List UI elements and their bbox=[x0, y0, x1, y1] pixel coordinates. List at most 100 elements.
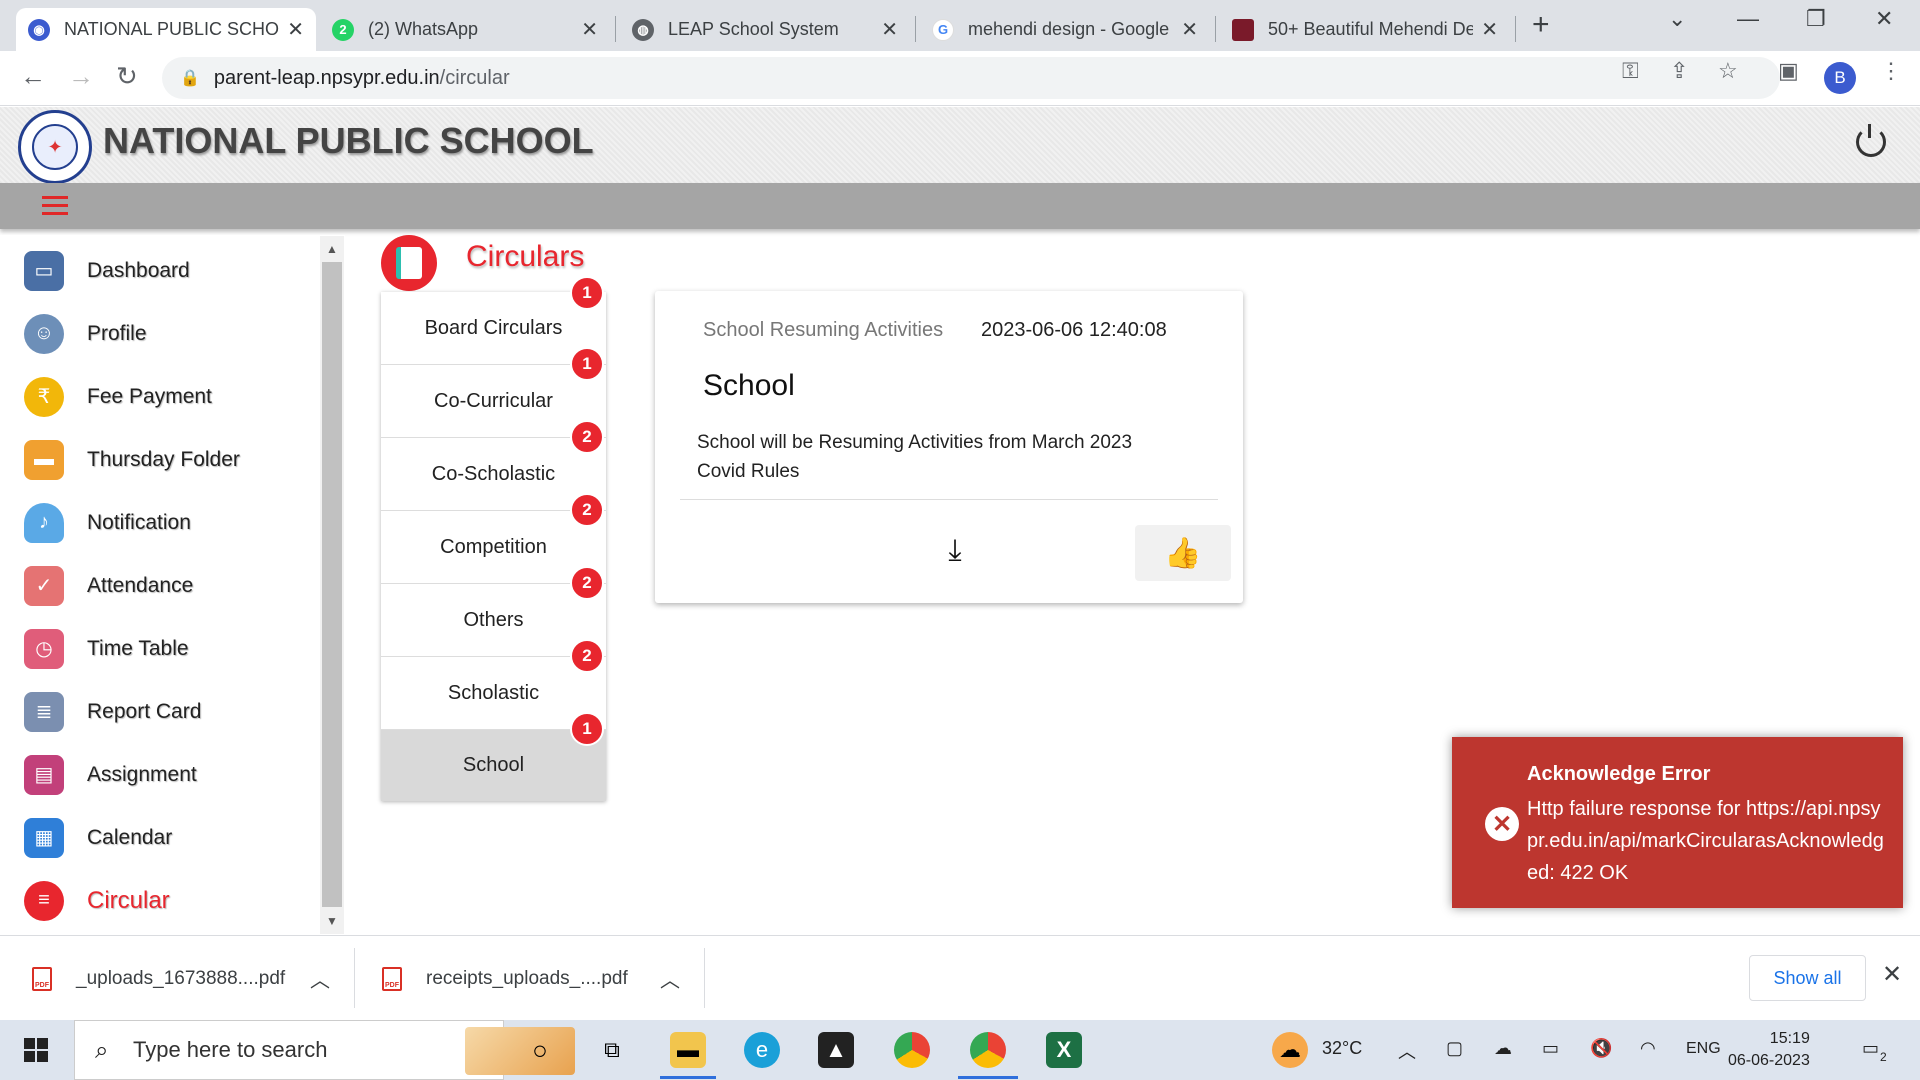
language-indicator[interactable]: ENG bbox=[1686, 1040, 1721, 1058]
wifi-icon[interactable]: ◠ bbox=[1640, 1038, 1656, 1059]
category-school[interactable]: School bbox=[381, 730, 606, 801]
sidebar-item-time-table[interactable]: ◷ Time Table bbox=[0, 617, 320, 680]
search-icon: ⌕ bbox=[95, 1037, 109, 1064]
speaker-muted-icon[interactable]: 🔇 bbox=[1590, 1038, 1612, 1059]
bookmark-star-icon[interactable]: ☆ bbox=[1718, 58, 1738, 84]
divider bbox=[704, 948, 705, 1008]
sidebar-item-dashboard[interactable]: ▭ Dashboard bbox=[0, 239, 320, 302]
calendar-clock-icon: ◷ bbox=[24, 628, 64, 669]
key-icon[interactable]: ⚿ bbox=[1622, 58, 1639, 84]
chrome-icon[interactable] bbox=[894, 1032, 930, 1068]
sidebar-item-fee-payment[interactable]: ₹ Fee Payment bbox=[0, 365, 320, 428]
scroll-up-icon[interactable]: ▲ bbox=[326, 242, 338, 256]
hamburger-menu-icon[interactable] bbox=[42, 196, 68, 216]
task-view-icon[interactable]: ⧉ bbox=[594, 1032, 630, 1068]
school-emblem-icon: ✦ bbox=[32, 124, 78, 170]
divider bbox=[680, 499, 1218, 500]
divider bbox=[354, 948, 355, 1008]
app-header: ✦ NATIONAL PUBLIC SCHOOL bbox=[0, 107, 1920, 184]
tab-separator bbox=[1515, 16, 1516, 42]
tab-search-chevron-icon[interactable]: ⌄ bbox=[1668, 6, 1686, 32]
side-panel-icon[interactable]: ▣ bbox=[1778, 58, 1799, 84]
sidebar-item-report-card[interactable]: ≣ Report Card bbox=[0, 680, 320, 743]
photos-icon[interactable]: ▲ bbox=[818, 1032, 854, 1068]
clock[interactable]: 15:19 06-06-2023 bbox=[1728, 1028, 1810, 1072]
excel-icon[interactable]: X bbox=[1046, 1032, 1082, 1068]
close-icon[interactable]: ✕ bbox=[1481, 17, 1498, 42]
circular-icon: ≡ bbox=[24, 880, 64, 921]
onedrive-cloud-icon[interactable]: ☁ bbox=[1494, 1038, 1512, 1059]
weather-icon[interactable]: ☁ bbox=[1272, 1032, 1308, 1068]
cortana-icon[interactable]: ○ bbox=[522, 1032, 558, 1068]
show-all-button[interactable]: Show all bbox=[1749, 955, 1866, 1001]
acknowledge-thumbs-up-button[interactable]: 👍 bbox=[1135, 525, 1231, 581]
sidebar-item-profile[interactable]: ☺ Profile bbox=[0, 302, 320, 365]
chevron-up-icon[interactable]: ︿ bbox=[310, 964, 330, 993]
calendar-check-icon: ✓ bbox=[24, 565, 64, 606]
download-icon[interactable]: ⤓ bbox=[935, 531, 975, 571]
school-logo: ✦ bbox=[18, 110, 92, 184]
close-icon[interactable]: ✕ bbox=[287, 17, 304, 42]
reload-icon[interactable]: ↻ bbox=[116, 61, 138, 92]
count-badge: 1 bbox=[570, 347, 604, 381]
edge-icon[interactable]: e bbox=[744, 1032, 780, 1068]
download-item[interactable]: PDF receipts_uploads_....pdf bbox=[382, 936, 628, 1021]
download-item[interactable]: PDF _uploads_1673888....pdf bbox=[32, 936, 285, 1021]
profile-avatar[interactable]: B bbox=[1824, 62, 1856, 94]
forward-icon[interactable]: → bbox=[68, 61, 94, 92]
error-icon: ✕ bbox=[1485, 807, 1519, 841]
book-icon: ▤ bbox=[24, 754, 64, 795]
power-icon[interactable] bbox=[1856, 124, 1886, 157]
circular-heading: School bbox=[703, 369, 795, 402]
error-toast[interactable]: ✕ Acknowledge Error Http failure respons… bbox=[1452, 737, 1903, 908]
count-badge: 1 bbox=[570, 276, 604, 310]
sidebar-scroll-thumb[interactable] bbox=[322, 262, 342, 907]
meet-now-icon[interactable]: ▢ bbox=[1446, 1038, 1463, 1059]
tab-national-public-school[interactable]: ◉ NATIONAL PUBLIC SCHOO ✕ bbox=[16, 8, 316, 51]
tab-mehendi-google[interactable]: G mehendi design - Google ✕ bbox=[920, 8, 1210, 51]
circular-subject: School Resuming Activities bbox=[703, 319, 944, 341]
minimize-icon[interactable]: — bbox=[1737, 6, 1759, 32]
weather-temp[interactable]: 32°C bbox=[1322, 1038, 1362, 1059]
circular-body: School will be Resuming Activities from … bbox=[697, 432, 1133, 482]
windows-start-icon[interactable] bbox=[24, 1038, 48, 1062]
share-icon[interactable]: ⇪ bbox=[1670, 58, 1688, 84]
school-name: NATIONAL PUBLIC SCHOOL bbox=[103, 120, 594, 161]
taskbar-search-input[interactable]: ⌕ Type here to search bbox=[74, 1020, 575, 1080]
close-icon[interactable]: ✕ bbox=[881, 17, 898, 42]
close-icon[interactable]: ✕ bbox=[1181, 17, 1198, 42]
whatsapp-icon: 2 bbox=[332, 18, 354, 41]
sidebar-item-circular[interactable]: ≡ Circular bbox=[0, 869, 320, 932]
tab-mehendi-designs[interactable]: 50+ Beautiful Mehendi De ✕ bbox=[1220, 8, 1510, 51]
window-close-icon[interactable]: ✕ bbox=[1875, 6, 1893, 32]
tab-whatsapp[interactable]: 2 (2) WhatsApp ✕ bbox=[320, 8, 610, 51]
sidebar-item-assignment[interactable]: ▤ Assignment bbox=[0, 743, 320, 806]
thumbs-up-icon: 👍 bbox=[1164, 536, 1202, 570]
file-explorer-icon[interactable]: ▬ bbox=[670, 1032, 706, 1068]
tab-leap-school-system[interactable]: ◍ LEAP School System ✕ bbox=[620, 8, 910, 51]
battery-icon[interactable]: ▭ bbox=[1542, 1038, 1559, 1059]
calendar-icon: ▦ bbox=[24, 817, 64, 858]
back-icon[interactable]: ← bbox=[20, 61, 46, 92]
sidebar-item-attendance[interactable]: ✓ Attendance bbox=[0, 554, 320, 617]
chrome-profile-icon[interactable] bbox=[970, 1032, 1006, 1068]
close-icon[interactable]: ✕ bbox=[1882, 960, 1902, 989]
pdf-file-icon: PDF bbox=[32, 966, 52, 991]
sidebar-item-notification[interactable]: ♪ Notification bbox=[0, 491, 320, 554]
new-tab-icon[interactable]: + bbox=[1532, 8, 1550, 42]
restore-icon[interactable]: ❐ bbox=[1806, 6, 1826, 32]
chevron-up-icon[interactable]: ︿ bbox=[1398, 1038, 1416, 1064]
bell-icon: ♪ bbox=[24, 502, 64, 543]
scroll-down-icon[interactable]: ▼ bbox=[326, 914, 338, 928]
kebab-menu-icon[interactable]: ⋮ bbox=[1880, 58, 1902, 84]
menu-bar bbox=[0, 183, 1920, 229]
sidebar-item-calendar[interactable]: ▦ Calendar bbox=[0, 806, 320, 869]
address-bar[interactable]: 🔒 parent-leap.npsypr.edu.in/circular bbox=[162, 57, 1780, 99]
tab-separator bbox=[915, 16, 916, 42]
notification-center-icon[interactable]: ▭ bbox=[1862, 1038, 1879, 1059]
close-icon[interactable]: ✕ bbox=[581, 17, 598, 42]
chevron-up-icon[interactable]: ︿ bbox=[660, 964, 680, 993]
folder-icon: ▬ bbox=[24, 439, 64, 480]
notification-count: 2 bbox=[1880, 1050, 1887, 1064]
sidebar-item-thursday-folder[interactable]: ▬ Thursday Folder bbox=[0, 428, 320, 491]
